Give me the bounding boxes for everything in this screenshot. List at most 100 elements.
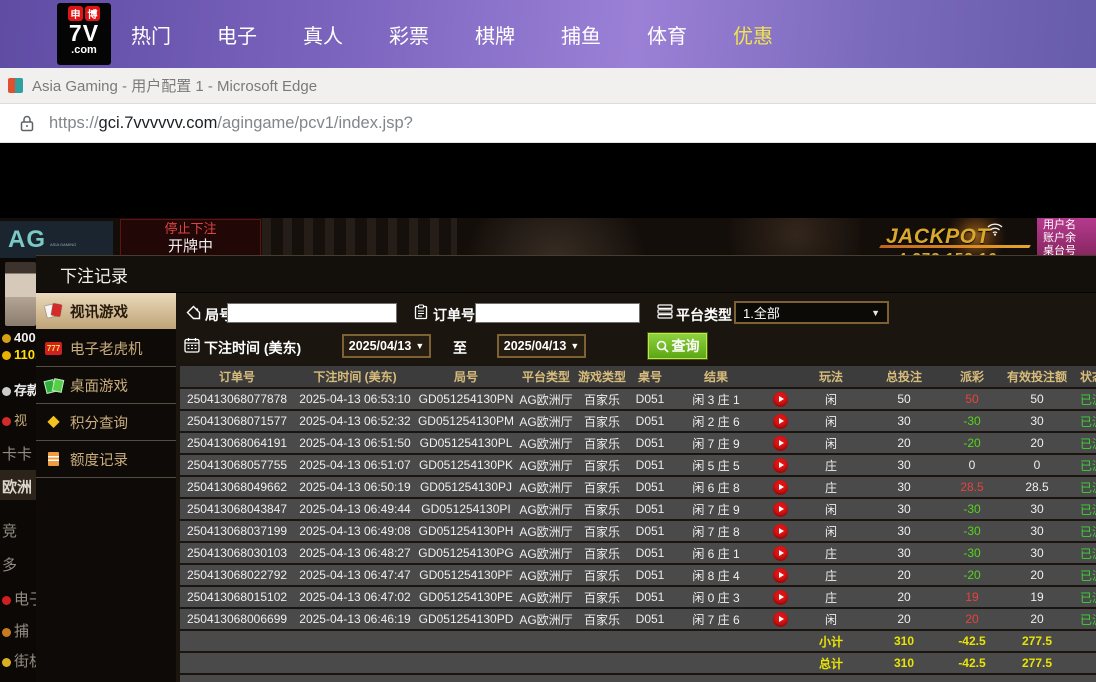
menu-item-桌面游戏[interactable]: 桌面游戏 — [36, 367, 176, 404]
logo-text: 7V — [68, 20, 100, 46]
column-header-1: 下注时间 (美东) — [313, 370, 397, 384]
date-from-select[interactable]: 2025/04/13 ▼ — [342, 334, 431, 358]
partial-row — [180, 675, 1096, 682]
nav-item-热门[interactable]: 热门 — [131, 20, 171, 49]
lobby-strip-item: 存款 — [2, 380, 36, 399]
cards-icon — [45, 303, 62, 320]
table-no: D051 — [635, 480, 665, 494]
total-bet: 30 — [897, 414, 911, 428]
platform-select[interactable]: 1.全部 ▼ — [734, 301, 889, 324]
subtotal-valid-bet: 277.5 — [1021, 634, 1053, 648]
table-row: 250413068037199 2025-04-13 06:49:08 GD0512… — [180, 521, 1096, 541]
replay-play-icon[interactable] — [772, 457, 788, 473]
bet-type: 闲 — [824, 436, 837, 451]
valid-bet: 30 — [1030, 502, 1044, 516]
platform-type: AG欧洲厅 — [519, 414, 573, 429]
replay-play-icon[interactable] — [772, 435, 788, 451]
order-label: 订单号 — [433, 307, 475, 323]
payout: -20 — [963, 436, 981, 450]
result: 闲 7 庄 9 — [692, 502, 740, 517]
logo-domain: .com — [71, 44, 97, 56]
table-row: 250413068057755 2025-04-13 06:51:07 GD0512… — [180, 455, 1096, 475]
replay-play-icon[interactable] — [772, 413, 788, 429]
browser-titlebar: Asia Gaming - 用户配置 1 - Microsoft Edge — [0, 68, 1096, 104]
menu-item-积分查询[interactable]: ◆ 积分查询 — [36, 404, 176, 441]
site-logo[interactable]: 申 博 7V .com — [57, 3, 111, 65]
url-domain: gci.7vvvvvv.com — [98, 113, 218, 132]
nav-item-体育[interactable]: 体育 — [647, 20, 687, 49]
column-header-9: 总投注 — [885, 370, 922, 384]
replay-play-icon[interactable] — [772, 523, 788, 539]
lobby-item-icon — [2, 417, 11, 427]
valid-bet: 20 — [1030, 568, 1044, 582]
search-button[interactable]: 查询 — [647, 332, 708, 360]
logo-badge-2: 博 — [85, 6, 100, 21]
url-text[interactable]: https://gci.7vvvvvv.com/agingame/pcv1/in… — [49, 114, 413, 133]
total-bet: 20 — [897, 568, 911, 582]
avatar — [5, 262, 36, 326]
round-no: GD051254130PN — [418, 392, 514, 406]
table-no: D051 — [635, 590, 665, 604]
valid-bet: 20 — [1030, 436, 1044, 450]
platform-select-value: 1.全部 — [743, 306, 780, 321]
result: 闲 8 庄 4 — [692, 568, 740, 583]
payout: 50 — [965, 392, 979, 406]
round-input[interactable] — [227, 303, 397, 323]
calendar-icon — [184, 337, 200, 358]
round-no: GD051254130PI — [421, 502, 511, 516]
tag-icon — [186, 305, 202, 326]
nav-item-彩票[interactable]: 彩票 — [389, 20, 429, 49]
result: 闲 0 庄 3 — [692, 590, 740, 605]
nav-item-棋牌[interactable]: 棋牌 — [475, 20, 515, 49]
lobby-item-icon — [2, 351, 11, 361]
total-bet: 50 — [897, 392, 911, 406]
nav-item-捕鱼[interactable]: 捕鱼 — [561, 20, 601, 49]
total-bet: 30 — [897, 458, 911, 472]
replay-cell — [760, 501, 800, 517]
browser-urlbar[interactable]: https://gci.7vvvvvv.com/agingame/pcv1/in… — [0, 104, 1096, 143]
lock-icon[interactable] — [20, 115, 34, 132]
replay-cell — [760, 413, 800, 429]
status-badge: 已派彩 — [1080, 436, 1096, 451]
menu-item-电子老虎机[interactable]: 电子老虎机 — [36, 330, 176, 367]
bet-records-modal: 下注记录 视讯游戏电子老虎机桌面游戏 ◆ 积分查询额度记录 局号 订单号 平台类型 — [36, 255, 1096, 682]
date-to-select[interactable]: 2025/04/13 ▼ — [497, 334, 586, 358]
order-input[interactable] — [475, 303, 640, 323]
nav-item-电子[interactable]: 电子 — [217, 20, 257, 49]
order-no: 250413068049662 — [186, 480, 288, 494]
menu-item-视讯游戏[interactable]: 视讯游戏 — [36, 293, 185, 330]
bet-time: 2025-04-13 06:50:19 — [299, 480, 411, 494]
replay-cell — [760, 545, 800, 561]
menu-item-label: 视讯游戏 — [70, 304, 128, 321]
platform-type: AG欧洲厅 — [519, 568, 573, 583]
table-row: 250413068049662 2025-04-13 06:50:19 GD0512… — [180, 477, 1096, 497]
replay-play-icon[interactable] — [772, 611, 788, 627]
search-button-label: 查询 — [671, 338, 700, 354]
result: 闲 6 庄 8 — [692, 480, 740, 495]
replay-play-icon[interactable] — [772, 479, 788, 495]
table-no: D051 — [635, 392, 665, 406]
replay-play-icon[interactable] — [772, 545, 788, 561]
replay-cell — [760, 391, 800, 407]
platform-type: AG欧洲厅 — [519, 480, 573, 495]
status-badge: 已派彩 — [1080, 590, 1096, 605]
total-bet: 20 — [897, 436, 911, 450]
menu-item-额度记录[interactable]: 额度记录 — [36, 441, 176, 478]
replay-play-icon[interactable] — [772, 589, 788, 605]
result: 闲 7 庄 8 — [692, 524, 740, 539]
replay-play-icon[interactable] — [772, 391, 788, 407]
result: 闲 7 庄 6 — [692, 612, 740, 627]
game-type: 百家乐 — [583, 480, 620, 495]
nav-item-真人[interactable]: 真人 — [303, 20, 343, 49]
replay-play-icon[interactable] — [772, 501, 788, 517]
round-no: GD051254130PL — [419, 436, 513, 450]
nav-item-优惠[interactable]: 优惠 — [733, 20, 773, 49]
site-favicon — [8, 78, 23, 93]
table-row: 250413068043847 2025-04-13 06:49:44 GD0512… — [180, 499, 1096, 519]
game-type: 百家乐 — [583, 568, 620, 583]
bet-type: 庄 — [824, 568, 837, 583]
replay-play-icon[interactable] — [772, 567, 788, 583]
result: 闲 2 庄 6 — [692, 414, 740, 429]
modal-title: 下注记录 — [36, 256, 1096, 293]
lobby-strip-item: 捕 — [2, 620, 29, 641]
